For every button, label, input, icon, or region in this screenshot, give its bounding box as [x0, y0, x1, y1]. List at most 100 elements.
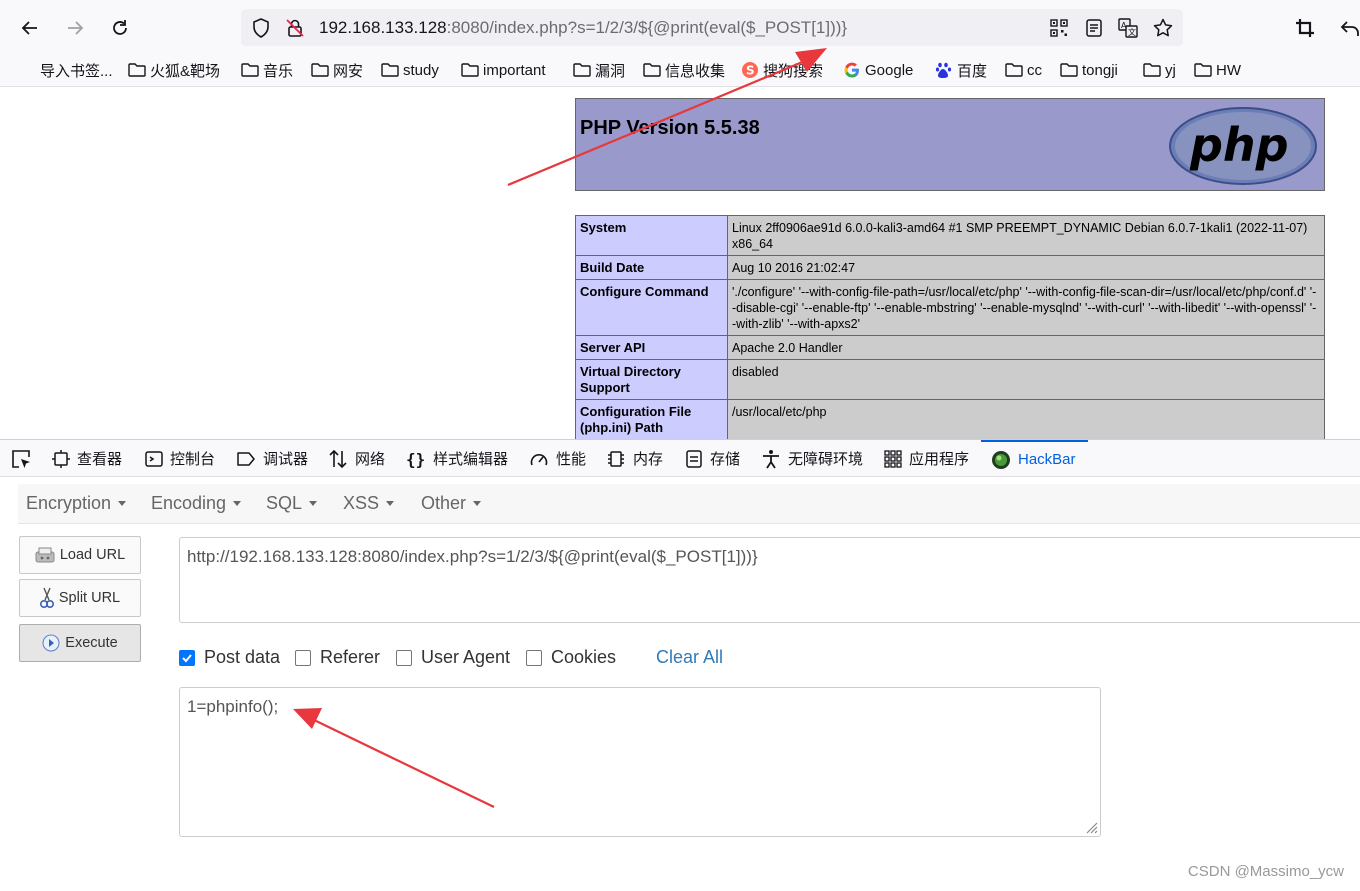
post-data-textarea[interactable]: 1=phpinfo();	[179, 687, 1101, 837]
browser-window: 192.168.133.128:8080/index.php?s=1/2/3/$…	[0, 0, 1360, 891]
menu-label: Encoding	[151, 493, 227, 513]
reload-button[interactable]	[104, 12, 136, 44]
tab-label: 样式编辑器	[433, 451, 509, 468]
bookmark-folder[interactable]: tongji	[1060, 60, 1118, 80]
menu-encoding[interactable]: Encoding	[151, 493, 242, 514]
menu-sql[interactable]: SQL	[266, 493, 318, 514]
url-path: :8080/index.php?s=1/2/3/${@print(eval($_…	[446, 18, 848, 37]
svg-text:S: S	[746, 64, 755, 78]
folder-icon	[1194, 63, 1212, 77]
tab-network[interactable]: 网络	[328, 440, 385, 477]
menu-xss[interactable]: XSS	[343, 493, 395, 514]
load-url-button[interactable]: Load URL	[19, 536, 141, 574]
back-arrow-icon	[21, 21, 37, 35]
bookmark-folder[interactable]: 网安	[311, 60, 363, 80]
referer-checkbox[interactable]: Referer	[295, 647, 380, 668]
scissors-icon	[39, 587, 54, 608]
table-value: Aug 10 2016 21:02:47	[727, 255, 1325, 280]
tab-debugger[interactable]: 调试器	[236, 440, 308, 477]
tab-application[interactable]: 应用程序	[884, 440, 969, 477]
folder-icon	[461, 63, 479, 77]
reader-view-icon[interactable]	[1083, 17, 1105, 39]
browser-toolbar: 192.168.133.128:8080/index.php?s=1/2/3/$…	[0, 0, 1360, 54]
qr-code-icon[interactable]	[1048, 17, 1070, 39]
tab-console[interactable]: 控制台	[145, 440, 215, 477]
caret-down-icon	[309, 501, 318, 506]
table-key: Configure Command	[575, 279, 728, 336]
bookmark-folder[interactable]: yj	[1143, 60, 1176, 80]
shield-icon[interactable]	[250, 17, 272, 39]
bookmark-baidu[interactable]: 百度	[935, 60, 987, 80]
tab-memory[interactable]: 内存	[606, 440, 663, 477]
caret-down-icon	[473, 501, 482, 506]
undo-button[interactable]	[1334, 12, 1360, 44]
folder-icon	[128, 63, 146, 77]
url-textarea[interactable]: http://192.168.133.128:8080/index.php?s=…	[179, 537, 1360, 623]
performance-icon	[530, 453, 548, 465]
bookmark-folder[interactable]: 音乐	[241, 60, 293, 80]
bookmark-label: 信息收集	[665, 62, 726, 80]
bookmark-label: cc	[1027, 61, 1042, 79]
bookmark-label: 漏洞	[595, 62, 626, 80]
execute-button[interactable]: Execute	[19, 624, 141, 662]
url-bar[interactable]: 192.168.133.128:8080/index.php?s=1/2/3/$…	[241, 9, 1183, 46]
element-picker-button[interactable]	[10, 440, 39, 477]
bookmark-label: study	[403, 61, 439, 79]
clear-all-link[interactable]: Clear All	[656, 647, 723, 668]
bookmark-folder[interactable]: important	[461, 60, 546, 80]
tab-label: 无障碍环境	[788, 451, 864, 468]
bookmark-label: 火狐&靶场	[150, 62, 221, 80]
bookmark-folder[interactable]: cc	[1005, 60, 1042, 80]
menu-label: Other	[421, 493, 467, 513]
bookmark-import[interactable]: 导入书签...	[40, 60, 113, 80]
insecure-lock-icon[interactable]	[284, 17, 306, 39]
table-key: Build Date	[575, 255, 728, 280]
back-button[interactable]	[14, 12, 46, 44]
menu-other[interactable]: Other	[421, 493, 482, 514]
resize-handle-icon[interactable]	[1084, 820, 1098, 834]
bookmark-folder[interactable]: HW	[1194, 60, 1241, 80]
screenshot-button[interactable]	[1289, 12, 1321, 44]
phpinfo-header: PHP Version 5.5.38 php	[575, 98, 1325, 191]
url-host: 192.168.133.128	[319, 18, 447, 37]
bookmark-folder[interactable]: study	[381, 60, 439, 80]
folder-icon	[311, 63, 329, 77]
bookmark-sogou[interactable]: S 搜狗搜索	[741, 60, 823, 80]
forward-button[interactable]	[59, 12, 91, 44]
checkbox-label: Referer	[320, 647, 381, 667]
svg-text:文: 文	[1128, 27, 1136, 37]
bookmark-folder[interactable]: 火狐&靶场	[128, 60, 220, 80]
user-agent-checkbox[interactable]: User Agent	[396, 647, 510, 668]
menu-label: Encryption	[26, 493, 112, 513]
bookmark-folder[interactable]: 信息收集	[643, 60, 725, 80]
tab-accessibility[interactable]: 无障碍环境	[761, 440, 863, 477]
menu-label: SQL	[266, 493, 303, 513]
split-url-button[interactable]: Split URL	[19, 579, 141, 617]
tab-inspector[interactable]: 查看器	[52, 440, 122, 477]
tab-storage[interactable]: 存储	[685, 440, 740, 477]
hackbar-menu: Encryption Encoding SQL XSS Other	[18, 484, 1360, 524]
checkbox-checked-icon	[179, 649, 195, 666]
url-text[interactable]: 192.168.133.128:8080/index.php?s=1/2/3/$…	[319, 18, 847, 38]
post-data-checkbox[interactable]: Post data	[179, 647, 280, 668]
tab-hackbar[interactable]: HackBar	[981, 440, 1088, 477]
svg-text:A: A	[1121, 21, 1127, 30]
tab-performance[interactable]: 性能	[529, 440, 586, 477]
table-key: Virtual Directory Support	[575, 359, 728, 400]
table-value: /usr/local/etc/php	[727, 399, 1325, 439]
bookmark-star-icon[interactable]	[1152, 17, 1174, 39]
table-row: System Linux 2ff0906ae91d 6.0.0-kali3-am…	[575, 215, 1325, 256]
cookies-checkbox[interactable]: Cookies	[526, 647, 616, 668]
tab-style-editor[interactable]: {} 样式编辑器	[406, 440, 508, 477]
picker-icon	[12, 449, 30, 468]
checkbox-label: Cookies	[551, 647, 617, 667]
translate-icon[interactable]: A文	[1117, 17, 1139, 39]
folder-icon	[241, 63, 259, 77]
tab-label: 内存	[633, 451, 664, 468]
bookmark-google[interactable]: Google	[843, 60, 913, 80]
menu-label: XSS	[343, 493, 380, 513]
bookmark-folder[interactable]: 漏洞	[573, 60, 625, 80]
caret-down-icon	[233, 501, 242, 506]
menu-encryption[interactable]: Encryption	[26, 493, 127, 514]
google-icon	[844, 62, 859, 78]
